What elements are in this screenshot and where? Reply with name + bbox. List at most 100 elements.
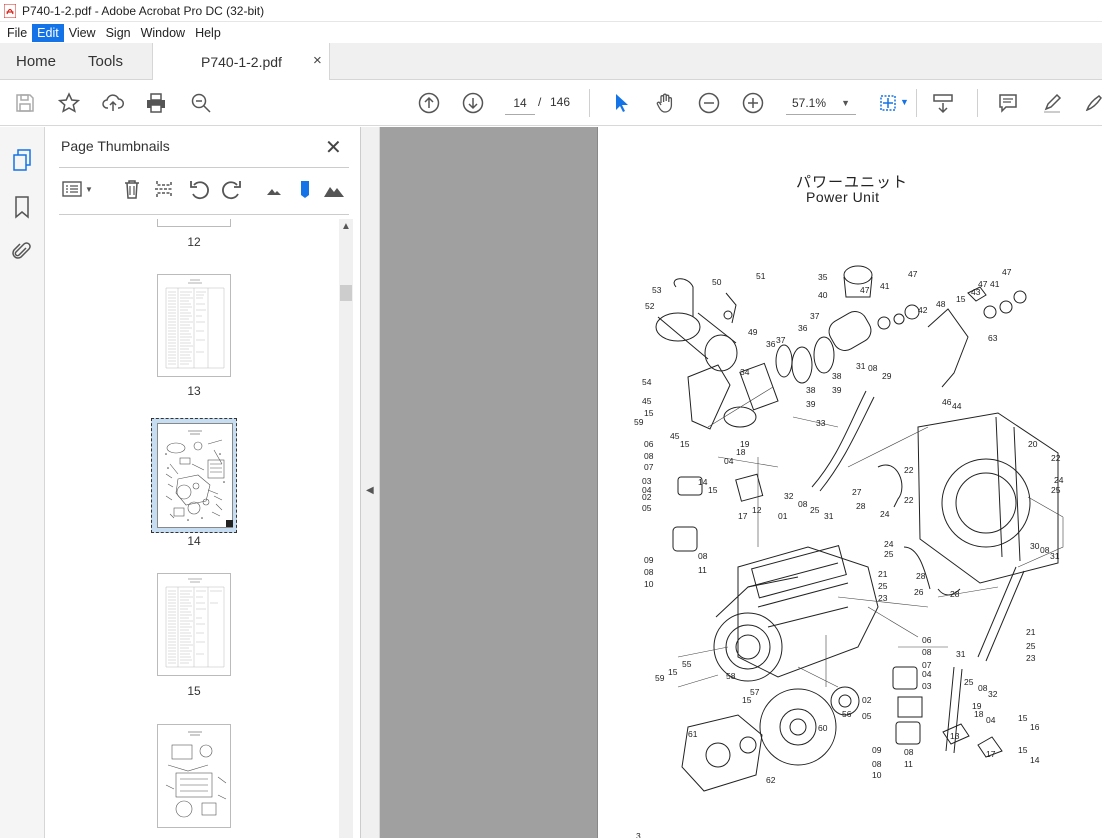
thumbnail-smaller-icon[interactable] (263, 176, 285, 202)
close-panel-icon[interactable]: ✕ (325, 135, 342, 160)
panel-title: Page Thumbnails (61, 138, 170, 154)
svg-text:17: 17 (738, 511, 748, 521)
menu-sign[interactable]: Sign (101, 24, 136, 42)
fit-chevron-down-icon[interactable]: ▼ (900, 97, 909, 107)
svg-text:14: 14 (698, 477, 708, 487)
thumbnail-label: 12 (187, 235, 201, 249)
svg-text:59: 59 (634, 417, 644, 427)
bookmark-star-icon[interactable] (57, 91, 81, 115)
svg-text:31: 31 (856, 361, 866, 371)
svg-text:15: 15 (1018, 713, 1028, 723)
svg-text:41: 41 (880, 281, 890, 291)
page-number-input[interactable]: 14 (505, 91, 535, 115)
tab-home[interactable]: Home (16, 53, 56, 70)
options-menu-icon[interactable]: ▼ (59, 176, 95, 202)
collapse-arrow-icon[interactable]: ◀ (366, 485, 374, 496)
svg-text:21: 21 (878, 569, 888, 579)
print-icon[interactable] (144, 91, 168, 115)
scroll-up-icon[interactable]: ▲ (341, 221, 351, 232)
tab-document-label: P740-1-2.pdf (201, 54, 282, 70)
svg-text:27: 27 (852, 487, 862, 497)
thumbnail-label: 14 (187, 534, 201, 548)
svg-text:50: 50 (712, 277, 722, 287)
svg-text:32: 32 (784, 491, 794, 501)
svg-text:12: 12 (752, 505, 762, 515)
svg-text:37: 37 (810, 311, 820, 321)
page-thumbnail[interactable] (157, 724, 231, 828)
svg-text:09: 09 (872, 745, 882, 755)
close-tab-icon[interactable]: × (313, 52, 322, 69)
rotate-left-icon[interactable] (186, 176, 212, 202)
svg-text:04: 04 (986, 715, 996, 725)
attachments-icon[interactable] (11, 240, 33, 264)
scrollbar-thumb[interactable] (340, 285, 352, 301)
svg-text:17: 17 (986, 749, 996, 759)
highlight-pen-icon[interactable] (1040, 91, 1064, 115)
comment-icon[interactable] (996, 91, 1020, 115)
svg-text:02: 02 (862, 695, 872, 705)
divider (916, 89, 917, 117)
svg-text:62: 62 (766, 775, 776, 785)
bookmarks-icon[interactable] (11, 195, 33, 219)
window-title: P740-1-2.pdf - Adobe Acrobat Pro DC (32-… (22, 3, 265, 18)
upload-cloud-icon[interactable] (101, 91, 125, 115)
chevron-down-icon: ▼ (841, 98, 850, 108)
svg-text:31: 31 (956, 649, 966, 659)
svg-text:40: 40 (818, 290, 828, 300)
tab-bar: Home Tools P740-1-2.pdf × (0, 43, 1102, 81)
svg-text:06: 06 (922, 635, 932, 645)
svg-text:15: 15 (644, 408, 654, 418)
scroll-mode-icon[interactable] (931, 91, 955, 115)
thumbnail-scrollbar[interactable]: ▲ (339, 219, 353, 838)
svg-text:15: 15 (1018, 745, 1028, 755)
zoom-search-icon[interactable] (189, 91, 213, 115)
zoom-out-icon[interactable] (697, 91, 721, 115)
page-thumbnail[interactable] (157, 219, 231, 227)
thumbnail-marker-icon[interactable] (294, 176, 316, 202)
document-viewport[interactable]: パワーユニット Power Unit 53 52 50 51 35 40 41 … (380, 127, 1102, 838)
next-page-icon[interactable] (461, 91, 485, 115)
thumbnail-larger-icon[interactable] (320, 176, 348, 202)
svg-text:25: 25 (1026, 641, 1036, 651)
svg-text:25: 25 (1051, 485, 1061, 495)
menu-view[interactable]: View (64, 24, 101, 42)
menu-file[interactable]: File (2, 24, 32, 42)
panel-collapse-strip[interactable]: ◀ (361, 127, 380, 838)
svg-text:47: 47 (860, 285, 870, 295)
fit-page-icon[interactable] (876, 91, 900, 115)
svg-text:24: 24 (1054, 475, 1064, 485)
svg-text:18: 18 (736, 447, 746, 457)
page-thumbnail-selected[interactable] (151, 418, 237, 533)
divider (59, 167, 349, 168)
svg-text:13: 13 (950, 731, 960, 741)
zoom-in-icon[interactable] (741, 91, 765, 115)
menu-help[interactable]: Help (190, 24, 226, 42)
tab-document[interactable]: P740-1-2.pdf × (152, 43, 330, 81)
svg-text:32: 32 (988, 689, 998, 699)
svg-text:45: 45 (642, 396, 652, 406)
previous-page-icon[interactable] (417, 91, 441, 115)
hand-tool-icon[interactable] (653, 91, 677, 115)
document-page: パワーユニット Power Unit 53 52 50 51 35 40 41 … (597, 127, 1102, 838)
select-cursor-icon[interactable] (609, 91, 633, 115)
page-thumbnail[interactable] (157, 274, 231, 377)
extract-page-icon[interactable] (151, 176, 177, 202)
page-thumbnail[interactable] (157, 573, 231, 676)
tab-tools[interactable]: Tools (88, 53, 123, 70)
zoom-level-dropdown[interactable]: 57.1% ▼ (786, 91, 856, 115)
svg-text:08: 08 (698, 551, 708, 561)
divider (589, 89, 590, 117)
menu-edit[interactable]: Edit (32, 23, 64, 42)
svg-text:29: 29 (882, 371, 892, 381)
diagram-preview (165, 430, 225, 521)
page-preview (165, 279, 225, 369)
svg-text:42: 42 (918, 305, 928, 315)
rotate-right-icon[interactable] (219, 176, 245, 202)
save-icon[interactable] (13, 91, 37, 115)
menu-window[interactable]: Window (136, 24, 190, 42)
svg-text:16: 16 (1030, 722, 1040, 732)
svg-text:08: 08 (872, 759, 882, 769)
draw-pen-icon[interactable] (1082, 91, 1102, 115)
delete-page-icon[interactable] (119, 176, 145, 202)
page-thumbnails-icon[interactable] (11, 148, 33, 172)
